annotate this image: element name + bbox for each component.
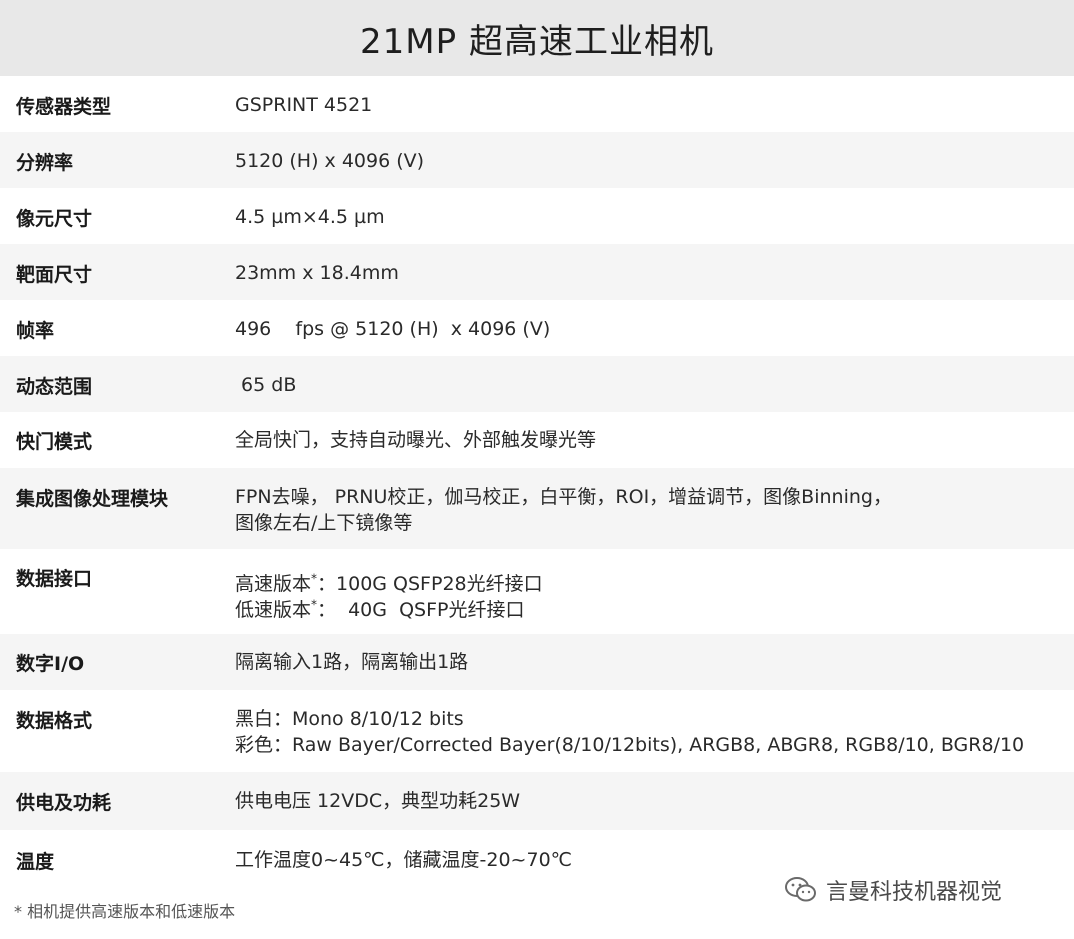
spec-value-line: 高速版本*：100G QSFP28光纤接口 xyxy=(235,571,1074,597)
spec-label: 数据接口 xyxy=(16,568,93,590)
spec-value: 5120 (H) x 4096 (V) xyxy=(235,148,1074,174)
spec-row-frame-rate: 帧率 496 fps @ 5120 (H) x 4096 (V) xyxy=(0,300,1074,356)
footnote: * 相机提供高速版本和低速版本 xyxy=(14,902,236,921)
spec-value: 高速版本*：100G QSFP28光纤接口 低速版本*： 40G QSFP光纤接… xyxy=(235,571,1074,623)
watermark-text: 言曼科技机器视觉 xyxy=(826,880,1003,905)
spec-label: 帧率 xyxy=(16,320,55,342)
spec-value-line: GSPRINT 4521 xyxy=(235,94,373,116)
interface-detail: ：100G QSFP28光纤接口 xyxy=(317,573,543,595)
spec-value: 4.5 µm×4.5 µm xyxy=(235,204,1074,230)
version-name: 高速版本 xyxy=(235,573,312,595)
spec-value: 23mm x 18.4mm xyxy=(235,260,1074,286)
spec-value-line: 4.5 µm×4.5 µm xyxy=(235,206,385,228)
watermark: 言曼科技机器视觉 xyxy=(784,874,1002,906)
spec-value-line: 供电电压 12VDC，典型功耗25W xyxy=(235,790,521,812)
spec-value-line: 黑白：Mono 8/10/12 bits xyxy=(235,708,464,730)
spec-table: 传感器类型 GSPRINT 4521 分辨率 5120 (H) x 4096 (… xyxy=(0,76,1074,888)
spec-label: 数字I/O xyxy=(16,653,85,675)
spec-label: 像元尺寸 xyxy=(16,208,93,230)
spec-label: 温度 xyxy=(16,851,55,873)
spec-row-power: 供电及功耗 供电电压 12VDC，典型功耗25W xyxy=(0,772,1074,830)
wechat-icon xyxy=(784,876,818,904)
spec-value-line: 工作温度0~45℃，储藏温度-20~70℃ xyxy=(235,849,572,871)
spec-value-line: 图像左右/上下镜像等 xyxy=(235,512,413,534)
spec-row-sensor: 传感器类型 GSPRINT 4521 xyxy=(0,76,1074,132)
spec-row-pixel-size: 像元尺寸 4.5 µm×4.5 µm xyxy=(0,188,1074,244)
spec-row-digital-io: 数字I/O 隔离输入1路，隔离输出1路 xyxy=(0,634,1074,690)
spec-row-data-format: 数据格式 黑白：Mono 8/10/12 bits 彩色：Raw Bayer/C… xyxy=(0,690,1074,772)
spec-value: FPN去噪， PRNU校正，伽马校正，白平衡，ROI，增益调节，图像Binnin… xyxy=(235,484,1074,536)
spec-row-data-interface: 数据接口 高速版本*：100G QSFP28光纤接口 低速版本*： 40G QS… xyxy=(0,549,1074,634)
spec-value: 供电电压 12VDC，典型功耗25W xyxy=(235,788,1074,814)
spec-value-line: 5120 (H) x 4096 (V) xyxy=(235,150,425,172)
spec-label: 分辨率 xyxy=(16,152,74,174)
spec-value: 工作温度0~45℃，储藏温度-20~70℃ xyxy=(235,847,1074,873)
spec-row-shutter: 快门模式 全局快门，支持自动曝光、外部触发曝光等 xyxy=(0,412,1074,468)
spec-label: 动态范围 xyxy=(16,376,93,398)
spec-value: 496 fps @ 5120 (H) x 4096 (V) xyxy=(235,316,1074,342)
spec-label: 供电及功耗 xyxy=(16,792,112,814)
spec-row-image-processing: 集成图像处理模块 FPN去噪， PRNU校正，伽马校正，白平衡，ROI，增益调节… xyxy=(0,468,1074,549)
spec-value-line: 低速版本*： 40G QSFP光纤接口 xyxy=(235,597,1074,623)
spec-value: 全局快门，支持自动曝光、外部触发曝光等 xyxy=(235,427,1074,453)
spec-value: 黑白：Mono 8/10/12 bits 彩色：Raw Bayer/Correc… xyxy=(235,706,1074,758)
spec-value: 隔离输入1路，隔离输出1路 xyxy=(235,649,1074,675)
page-title: 21MP 超高速工业相机 xyxy=(0,0,1074,76)
version-name: 低速版本 xyxy=(235,599,312,621)
spec-value-line: 隔离输入1路，隔离输出1路 xyxy=(235,651,469,673)
spec-row-dynamic-range: 动态范围 65 dB xyxy=(0,356,1074,412)
spec-value-line: 496 fps @ 5120 (H) x 4096 (V) xyxy=(235,318,551,340)
spec-label: 靶面尺寸 xyxy=(16,264,93,286)
spec-value-line: 65 dB xyxy=(235,374,297,396)
spec-value-line: FPN去噪， PRNU校正，伽马校正，白平衡，ROI，增益调节，图像Binnin… xyxy=(235,486,892,508)
spec-value: GSPRINT 4521 xyxy=(235,92,1074,118)
spec-row-target-size: 靶面尺寸 23mm x 18.4mm xyxy=(0,244,1074,300)
spec-value-line: 彩色：Raw Bayer/Corrected Bayer(8/10/12bits… xyxy=(235,734,1025,756)
spec-label: 快门模式 xyxy=(16,431,93,453)
spec-label: 传感器类型 xyxy=(16,96,112,118)
spec-value-line: 全局快门，支持自动曝光、外部触发曝光等 xyxy=(235,429,597,451)
spec-row-resolution: 分辨率 5120 (H) x 4096 (V) xyxy=(0,132,1074,188)
spec-label: 集成图像处理模块 xyxy=(16,488,169,510)
interface-detail: ： 40G QSFP光纤接口 xyxy=(317,599,525,621)
spec-value: 65 dB xyxy=(235,372,1074,398)
spec-label: 数据格式 xyxy=(16,710,93,732)
spec-value-line: 23mm x 18.4mm xyxy=(235,262,399,284)
